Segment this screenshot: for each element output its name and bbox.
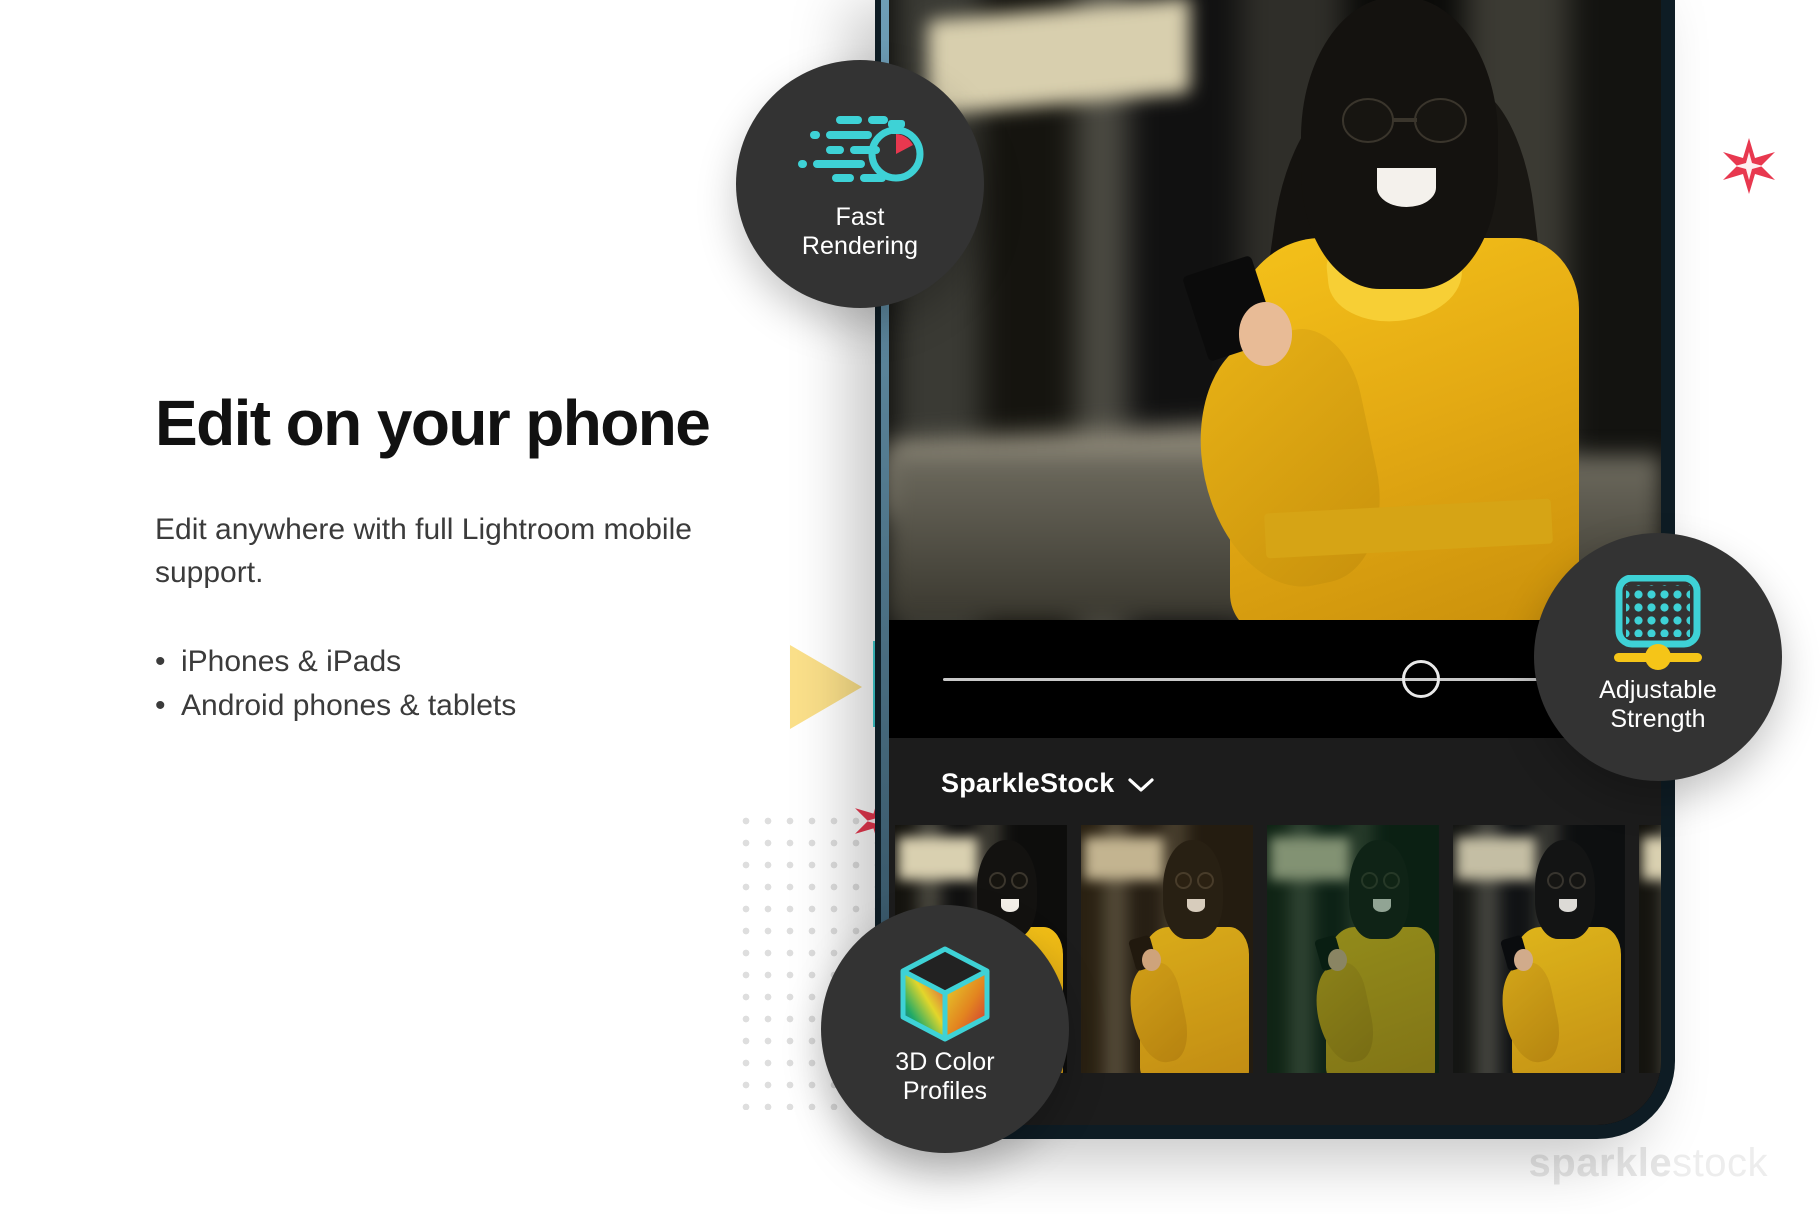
badge-label: Adjustable Strength [1599, 676, 1717, 733]
preset-thumb-4[interactable] [1453, 825, 1625, 1073]
subject-sunglasses [1341, 98, 1467, 143]
slider-track[interactable] [943, 660, 1607, 698]
list-item-label: iPhones & iPads [181, 645, 402, 679]
preset-group-selector[interactable]: SparkleStock [889, 768, 1661, 825]
watermark-bold-text: sparkle [1528, 1141, 1673, 1185]
slider-knob[interactable] [1402, 660, 1441, 698]
badge-label: 3D Color Profiles [895, 1048, 995, 1105]
bullet-marker-icon: • [155, 689, 166, 723]
chevron-down-icon[interactable] [1128, 775, 1155, 797]
badge-label: Fast Rendering [801, 203, 919, 260]
yellow-triangle-decoration [790, 645, 862, 729]
preset-thumb-2[interactable] [1081, 825, 1253, 1073]
speed-stopwatch-icon [796, 107, 924, 193]
page-title: Edit on your phone [155, 387, 711, 459]
grid-slider-icon [1606, 575, 1710, 670]
preset-thumb-5[interactable] [1639, 825, 1661, 1073]
hero-photo [889, 0, 1661, 620]
bullet-marker-icon: • [155, 645, 166, 679]
sparklestock-watermark: sparklestock [1529, 1141, 1768, 1186]
watermark-light-text: stock [1672, 1141, 1768, 1185]
preset-thumb-3[interactable] [1267, 825, 1439, 1073]
badge-3d-color-profiles: 3D Color Profiles [821, 905, 1069, 1153]
color-cube-icon [893, 946, 997, 1042]
list-item-label: Android phones & tablets [181, 689, 517, 723]
hero-subject [1167, 0, 1615, 620]
badge-adjustable-strength: Adjustable Strength [1534, 533, 1782, 781]
preset-group-label: SparkleStock [941, 768, 1115, 798]
subtitle-text: Edit anywhere with full Lightroom mobile… [155, 513, 692, 589]
badge-fast-rendering: Fast Rendering [736, 60, 984, 308]
poster-canvas: Edit on your phone Edit anywhere with fu… [0, 0, 1820, 1214]
